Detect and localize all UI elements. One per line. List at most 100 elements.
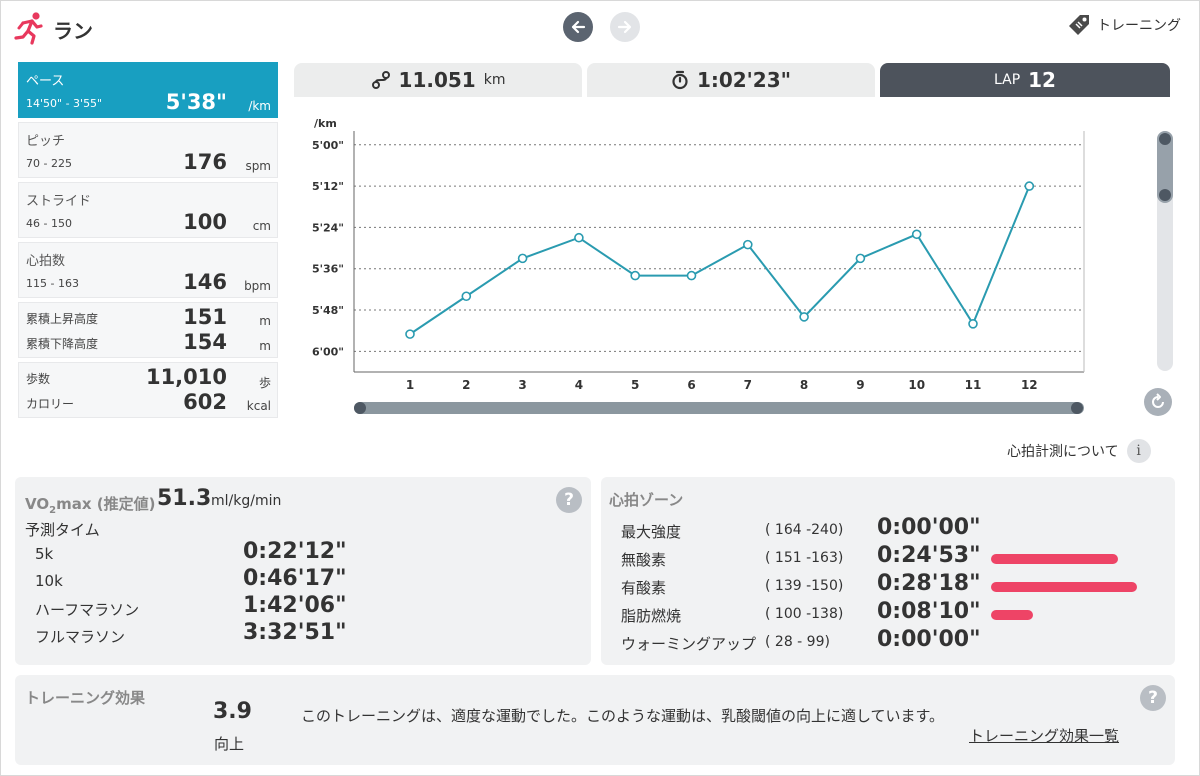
vo2max-unit: ml/kg/min bbox=[211, 493, 282, 509]
metric-label: ペース bbox=[26, 74, 65, 89]
data-point bbox=[405, 329, 415, 339]
zone-time: 0:08'10" bbox=[877, 599, 981, 624]
metric-unit: spm bbox=[245, 159, 271, 173]
hr-zone-title: 心拍ゾーン bbox=[609, 491, 684, 509]
training-effect-list-link[interactable]: トレーニング効果一覧 bbox=[969, 725, 1119, 746]
running-icon bbox=[14, 12, 43, 45]
data-point bbox=[630, 270, 641, 281]
refresh-icon bbox=[1152, 393, 1164, 408]
y-tick-label: 5'00" bbox=[312, 139, 344, 152]
descent-unit: m bbox=[259, 339, 271, 353]
tab-lap[interactable]: LAP 12 bbox=[880, 63, 1170, 97]
distance-value: 11.051 bbox=[398, 68, 476, 92]
reset-zoom-button[interactable] bbox=[1144, 388, 1172, 416]
metric-range: 46 - 150 bbox=[26, 217, 72, 230]
data-point bbox=[742, 239, 753, 250]
vo2max-value: 51.3 bbox=[157, 486, 212, 511]
zone-name: 脂肪燃焼 bbox=[621, 607, 682, 625]
vo2max-panel: VO2max (推定値) 51.3 ml/kg/min ? 予測タイム 5k 0:… bbox=[15, 477, 591, 665]
metric-unit: bpm bbox=[244, 279, 271, 293]
metric-value: 176 bbox=[183, 150, 227, 174]
x-tick-label: 10 bbox=[908, 378, 925, 392]
metric-heart-rate[interactable]: 心拍数 115 - 163 146 bpm bbox=[18, 242, 278, 298]
hr-zone-panel: 心拍ゾーン 最大強度 ( 164 -240) 0:00'00" 無酸素 ( 151 -1… bbox=[601, 477, 1175, 665]
metric-stride[interactable]: ストライド 46 - 150 100 cm bbox=[18, 182, 278, 238]
metric-value: 100 bbox=[183, 210, 227, 234]
next-button[interactable] bbox=[610, 12, 640, 42]
tag-icon bbox=[1069, 15, 1089, 35]
distance-unit: km bbox=[483, 72, 506, 88]
vo2max-label: VO2max (推定値) bbox=[25, 493, 155, 516]
page-title: ラン bbox=[53, 19, 93, 43]
zone-range: ( 139 -150) bbox=[765, 578, 844, 594]
zone-range: ( 28 - 99) bbox=[765, 634, 830, 650]
prediction-time: 3:32'51" bbox=[243, 620, 347, 645]
x-tick-label: 6 bbox=[687, 378, 695, 392]
training-link-label: トレーニング bbox=[1097, 18, 1181, 34]
x-tick-label: 8 bbox=[800, 378, 808, 392]
x-tick-label: 9 bbox=[856, 378, 864, 392]
range-handle-right-icon[interactable] bbox=[1071, 402, 1083, 414]
descent-label: 累積下降高度 bbox=[26, 337, 99, 351]
x-tick-label: 12 bbox=[1021, 378, 1038, 392]
vo2-label-main: VO bbox=[25, 495, 50, 513]
x-tick-label: 11 bbox=[965, 378, 982, 392]
time-value: 1:02'23" bbox=[696, 68, 792, 92]
training-effect-value: 3.9 bbox=[213, 699, 252, 724]
metrics-panel: ペース 14'50" - 3'55" 5'38" /km ピッチ 70 - 22… bbox=[18, 62, 278, 422]
scroll-handle-top-icon[interactable] bbox=[1159, 133, 1171, 145]
ascent-value: 151 bbox=[183, 305, 227, 329]
data-point bbox=[686, 270, 697, 281]
range-handle-left-icon[interactable] bbox=[354, 402, 366, 414]
training-effect-panel: トレーニング効果 3.9 向上 このトレーニングは、適度な運動でした。このような… bbox=[15, 675, 1175, 765]
metric-unit: cm bbox=[252, 219, 271, 233]
route-icon bbox=[371, 71, 390, 89]
prediction-time: 0:46'17" bbox=[243, 566, 347, 591]
x-tick-label: 2 bbox=[462, 378, 470, 392]
steps-label: 歩数 bbox=[26, 372, 51, 386]
metric-range: 14'50" - 3'55" bbox=[26, 97, 103, 110]
metric-range: 70 - 225 bbox=[26, 157, 72, 170]
metric-pace[interactable]: ペース 14'50" - 3'55" 5'38" /km bbox=[18, 62, 278, 118]
tab-time[interactable]: 1:02'23" bbox=[587, 63, 875, 97]
calories-value: 602 bbox=[183, 390, 227, 414]
zone-time: 0:00'00" bbox=[877, 627, 981, 652]
x-tick-label: 4 bbox=[575, 378, 583, 392]
y-tick-label: 5'36" bbox=[312, 263, 344, 276]
arrow-left-icon bbox=[571, 20, 586, 34]
zone-range: ( 164 -240) bbox=[765, 522, 844, 538]
training-link[interactable]: トレーニング bbox=[1067, 13, 1181, 37]
data-point bbox=[799, 312, 809, 322]
training-effect-help-icon[interactable]: ? bbox=[1140, 685, 1166, 711]
zone-bar bbox=[991, 582, 1137, 592]
previous-button[interactable] bbox=[563, 12, 593, 42]
prediction-time: 0:22'12" bbox=[243, 539, 347, 564]
y-tick-label: 6'00" bbox=[312, 345, 344, 358]
metric-label: 心拍数 bbox=[26, 254, 66, 269]
metric-pitch[interactable]: ピッチ 70 - 225 176 spm bbox=[18, 122, 278, 178]
header: ラン トレーニング bbox=[1, 1, 1200, 53]
prediction-name: ハーフマラソン bbox=[35, 601, 140, 619]
metric-elevation: 累積上昇高度 151 m 累積下降高度 154 m bbox=[18, 302, 278, 358]
vo2max-help-icon[interactable]: ? bbox=[556, 487, 582, 513]
pace-chart-svg: /km5'00"5'12"5'24"5'36"5'48"6'00"1 2 3 4 5 6 7… bbox=[312, 117, 1085, 414]
hr-about-link[interactable]: 心拍計測について i bbox=[1007, 439, 1151, 463]
data-point bbox=[968, 319, 978, 329]
x-tick-label: 7 bbox=[744, 378, 752, 392]
scroll-handle-bottom-icon[interactable] bbox=[1159, 189, 1171, 201]
prediction-title: 予測タイム bbox=[25, 521, 100, 539]
x-tick-label: 1 bbox=[406, 378, 414, 392]
y-axis-label: /km bbox=[314, 117, 337, 130]
prediction-name: フルマラソン bbox=[35, 628, 126, 646]
metric-value: 146 bbox=[183, 270, 227, 294]
info-icon[interactable]: i bbox=[1126, 439, 1151, 463]
tab-distance[interactable]: 11.051 km bbox=[294, 63, 582, 97]
steps-value: 11,010 bbox=[145, 365, 227, 389]
data-point bbox=[574, 232, 584, 243]
calories-label: カロリー bbox=[26, 397, 75, 411]
zone-name: 最大強度 bbox=[621, 523, 682, 541]
x-tick-label: 5 bbox=[631, 378, 639, 392]
ascent-unit: m bbox=[259, 314, 271, 328]
training-effect-title: トレーニング効果 bbox=[25, 689, 146, 707]
metric-unit: /km bbox=[248, 99, 271, 113]
